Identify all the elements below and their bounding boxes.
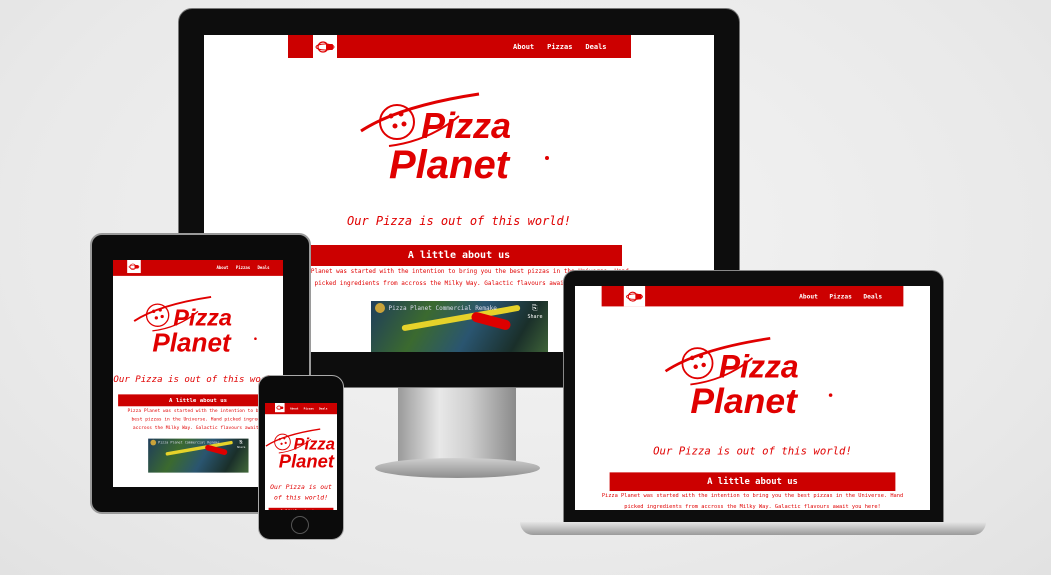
- svg-text:Pizza: Pizza: [421, 105, 511, 146]
- about-paragraph: Pizza Planet was started with the intent…: [601, 492, 904, 510]
- nav-bar: About Pizzas Deals: [113, 260, 283, 276]
- phone-screen: About Pizzas Deals Pizza Planet Our Pizz…: [265, 403, 337, 510]
- pizza-planet-logo: Pizza Planet: [664, 337, 833, 420]
- channel-avatar: [150, 439, 156, 446]
- pizza-planet-logo: Pizza Planet: [360, 92, 549, 186]
- nav-logo[interactable]: [275, 403, 285, 413]
- pizza-planet-logo: Pizza Planet: [133, 296, 257, 357]
- pizza-planet-logo: Pizza Planet: [265, 428, 335, 472]
- svg-text:Planet: Planet: [279, 451, 335, 472]
- nav-logo[interactable]: [127, 260, 141, 274]
- share-icon[interactable]: ⎘: [532, 304, 538, 313]
- nav-link-pizzas[interactable]: Pizzas: [304, 407, 314, 410]
- share-label[interactable]: Share: [527, 314, 542, 320]
- nav-link-about[interactable]: About: [290, 407, 298, 410]
- nav-link-pizzas[interactable]: Pizzas: [829, 293, 851, 300]
- nav-logo[interactable]: [312, 35, 337, 58]
- svg-text:Pizza: Pizza: [173, 305, 232, 331]
- channel-avatar: [374, 302, 385, 313]
- video-embed[interactable]: Pizza Planet Commercial Remake ⎘ Share: [370, 300, 548, 352]
- nav-logo[interactable]: [623, 286, 646, 307]
- video-title[interactable]: Pizza Planet Commercial Remake: [158, 441, 219, 445]
- planet-logo-icon: [275, 405, 284, 410]
- laptop-screen: About Pizzas Deals Pizza Planet Our Pizz…: [575, 286, 930, 510]
- planet-logo-icon: [626, 291, 643, 302]
- video-title[interactable]: Pizza Planet Commercial Remake: [389, 305, 497, 312]
- tagline: Our Pizza is out of this world!: [653, 444, 852, 458]
- phone-home-button: [291, 516, 309, 534]
- planet-logo-icon: [315, 40, 334, 53]
- section-title-bar: A little about us: [296, 245, 622, 267]
- share-label[interactable]: Share: [237, 446, 246, 449]
- share-icon[interactable]: ⎘: [239, 440, 242, 445]
- laptop-base: [520, 522, 986, 535]
- nav-link-about[interactable]: About: [799, 293, 818, 300]
- tagline: Our Pizza is out of this world!: [347, 214, 571, 228]
- desktop-stand-base: [375, 458, 540, 478]
- desktop-stand: [398, 383, 516, 463]
- planet-logo-icon: [128, 263, 140, 270]
- section-title-bar: A little about us: [268, 507, 334, 510]
- website-page: About Pizzas Deals Pizza Planet Our Pizz…: [575, 286, 930, 510]
- nav-bar: About Pizzas Deals: [265, 403, 337, 415]
- nav-link-deals[interactable]: Deals: [258, 266, 270, 271]
- nav-link-deals[interactable]: Deals: [585, 43, 606, 51]
- tagline: Our Pizza is out of this world!: [270, 483, 332, 501]
- section-title-bar: A little about us: [609, 472, 896, 492]
- video-embed[interactable]: Pizza Planet Commercial Remake ⎘ Share: [147, 438, 249, 473]
- nav-link-about[interactable]: About: [217, 266, 229, 271]
- nav-link-pizzas[interactable]: Pizzas: [547, 43, 572, 51]
- svg-text:Planet: Planet: [152, 328, 232, 357]
- svg-text:Planet: Planet: [389, 143, 511, 186]
- section-title-bar: A little about us: [118, 394, 278, 407]
- nav-link-about[interactable]: About: [513, 43, 534, 51]
- nav-link-pizzas[interactable]: Pizzas: [236, 266, 250, 271]
- nav-bar: About Pizzas Deals: [601, 286, 904, 307]
- svg-text:Planet: Planet: [690, 381, 799, 420]
- website-page: About Pizzas Deals Pizza Planet Our Pizz…: [265, 403, 337, 510]
- svg-text:Pizza: Pizza: [719, 348, 799, 384]
- nav-link-deals[interactable]: Deals: [863, 293, 882, 300]
- nav-link-deals[interactable]: Deals: [319, 407, 327, 410]
- nav-bar: About Pizzas Deals: [287, 35, 631, 58]
